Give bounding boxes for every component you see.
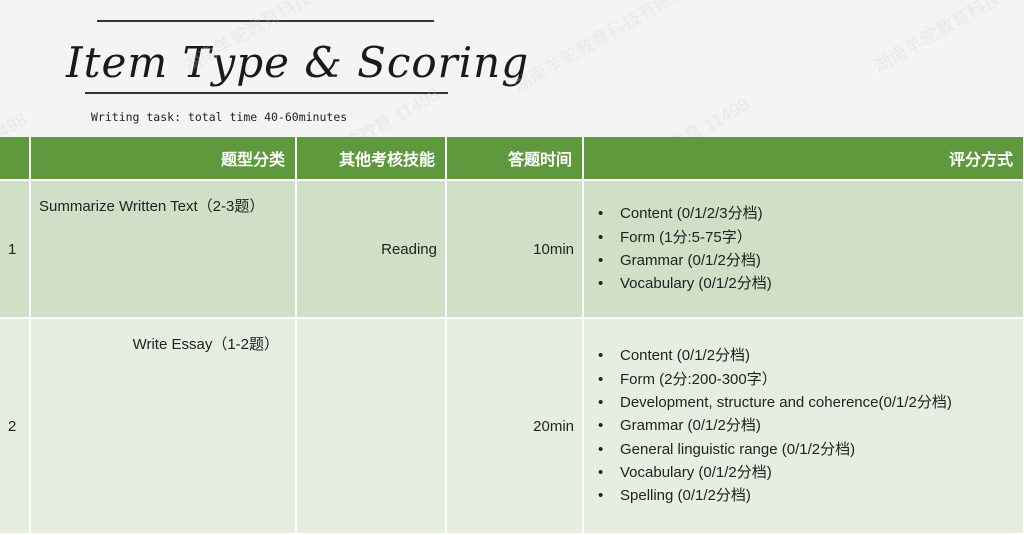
header-item-type: 题型分类 [30,137,297,181]
table-row: 1 Summarize Written Text（2-3题） Reading 1… [0,180,1024,319]
scoring-method-cell: Content (0/1/2/3分档) Form (1分:5-75字） Gram… [583,180,1024,319]
title-top-rule [97,20,434,22]
criteria-item: Development, structure and coherence(0/1… [592,391,1015,415]
criteria-item: General linguistic range (0/1/2分档) [592,438,1015,462]
page-title: Item Type & Scoring [66,38,530,87]
item-type-cell: Summarize Written Text（2-3题） [30,180,297,319]
other-skill-cell [296,318,447,535]
criteria-item: Vocabulary (0/1/2分档) [592,461,1015,485]
criteria-item: Vocabulary (0/1/2分档) [592,272,1015,296]
header-other-skills: 其他考核技能 [296,137,447,181]
header-scoring-method: 评分方式 [583,137,1024,181]
answer-time-cell: 10min [446,180,584,319]
criteria-item: Content (0/1/2/3分档) [592,202,1015,226]
watermark: 湖南羊驼教育科技有限公司 [869,0,1024,77]
item-type-cell: Write Essay（1-2题） [30,318,297,535]
title-bottom-rule [85,92,448,94]
criteria-list: Content (0/1/2分档) Form (2分:200-300字） Dev… [592,344,1015,507]
header-answer-time: 答题时间 [446,137,584,181]
criteria-item: Content (0/1/2分档) [592,344,1015,368]
watermark: 湖南羊驼教育科技有限公司 [509,0,708,97]
criteria-item: Grammar (0/1/2分档) [592,414,1015,438]
table-row: 2 Write Essay（1-2题） 20min Content (0/1/2… [0,318,1024,535]
scoring-table: 题型分类 其他考核技能 答题时间 评分方式 1 Summarize Writte… [0,137,1024,535]
other-skill-cell: Reading [296,180,447,319]
criteria-list: Content (0/1/2/3分档) Form (1分:5-75字） Gram… [592,202,1015,295]
table-header-row: 题型分类 其他考核技能 答题时间 评分方式 [0,137,1024,181]
criteria-item: Spelling (0/1/2分档) [592,484,1015,508]
row-number: 2 [0,318,31,535]
answer-time-cell: 20min [446,318,584,535]
criteria-item: Grammar (0/1/2分档) [592,249,1015,273]
row-number: 1 [0,180,31,319]
criteria-item: Form (1分:5-75字） [592,226,1015,250]
criteria-item: Form (2分:200-300字） [592,368,1015,392]
header-number [0,137,31,181]
scoring-method-cell: Content (0/1/2分档) Form (2分:200-300字） Dev… [583,318,1024,535]
page-subtitle: Writing task: total time 40-60minutes [91,110,348,124]
